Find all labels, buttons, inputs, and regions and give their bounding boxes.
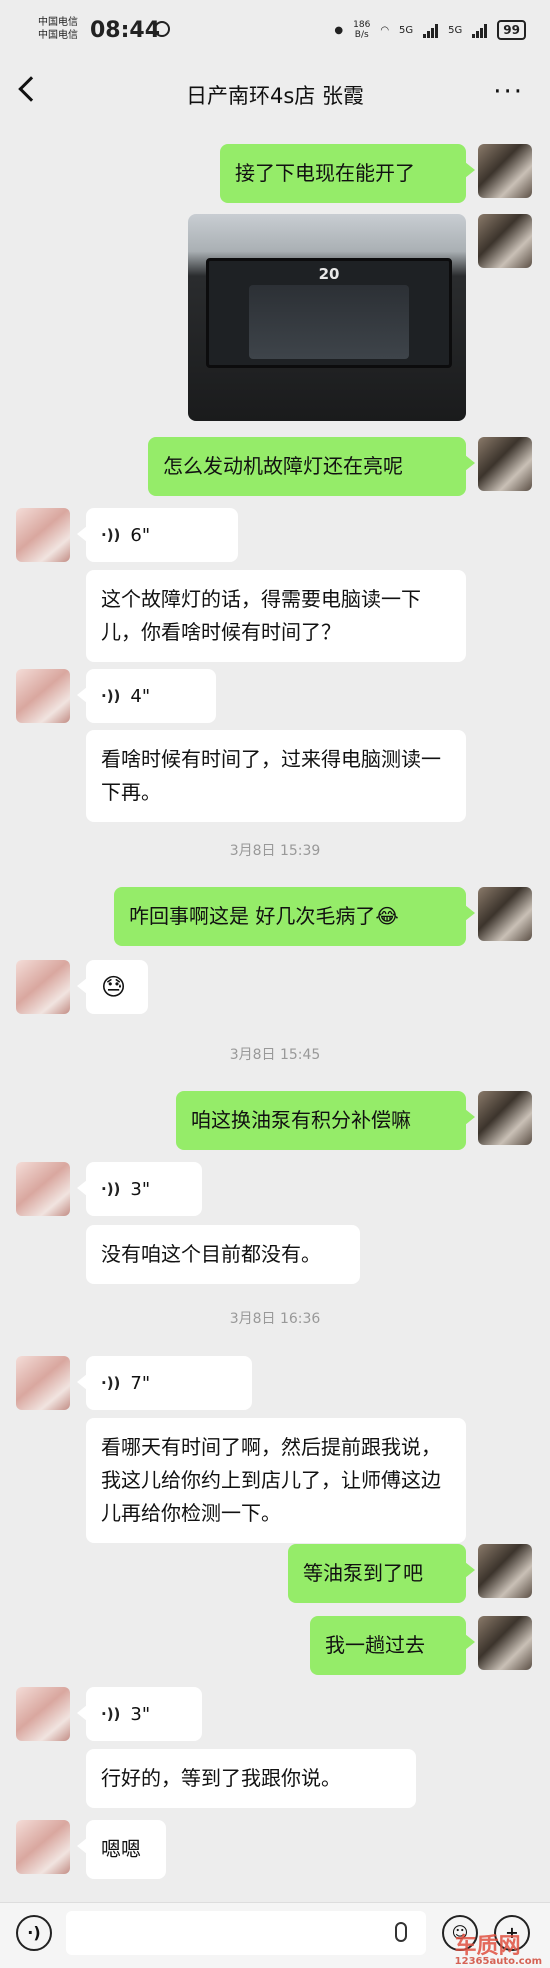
voice-icon: ·)) xyxy=(101,686,121,705)
avatar-other[interactable] xyxy=(16,508,70,562)
message-bubble-received[interactable]: 行好的，等到了我跟你说。 xyxy=(86,1749,416,1808)
timestamp: 3月8日 15:45 xyxy=(229,1047,321,1063)
message-bubble-sent[interactable]: 我一趟过去 xyxy=(310,1616,475,1675)
dashboard-road-view xyxy=(249,285,409,359)
network-label-2: 5G xyxy=(448,24,463,36)
voice-message[interactable]: ·)) 7" xyxy=(77,1356,252,1410)
status-icons: ● 186 B/s ◠ 5G 5G 99 xyxy=(334,20,526,40)
watermark-site: 12365auto.com xyxy=(454,1956,542,1967)
carrier-info: 中国电信 中国电信 xyxy=(38,16,78,42)
message-bubble-received[interactable]: 看啥时候有时间了，过来得电脑测读一下再。 xyxy=(86,730,466,822)
voice-message[interactable]: ·)) 3" xyxy=(77,1162,202,1216)
avatar-me[interactable] xyxy=(478,1616,532,1670)
net-speed: 186 B/s xyxy=(353,20,370,40)
emoji-message[interactable]: 😓 xyxy=(77,960,148,1014)
voice-duration: 7" xyxy=(130,1372,151,1394)
dashboard-screen: 20 xyxy=(206,258,452,368)
net-speed-value: 186 xyxy=(353,20,371,30)
signal-icon-1 xyxy=(423,22,439,38)
carrier-2: 中国电信 xyxy=(38,30,78,41)
message-bubble-sent[interactable]: 接了下电现在能开了 xyxy=(220,144,475,203)
voice-message[interactable]: ·)) 3" xyxy=(77,1687,202,1741)
photo-message[interactable]: 20 xyxy=(188,214,466,421)
timestamp: 3月8日 16:36 xyxy=(229,1311,321,1327)
network-label-1: 5G xyxy=(399,24,414,36)
chat-header: 日产南环4s店 张霞 ··· xyxy=(0,60,550,124)
avatar-me[interactable] xyxy=(478,1091,532,1145)
avatar-me[interactable] xyxy=(478,887,532,941)
message-bubble-received[interactable]: 没有咱这个目前都没有。 xyxy=(86,1225,360,1284)
message-input[interactable] xyxy=(66,1911,426,1955)
voice-message[interactable]: ·)) 4" xyxy=(77,669,216,723)
voice-icon: ·)) xyxy=(101,525,121,544)
mic-icon[interactable] xyxy=(395,1922,407,1942)
voice-duration: 3" xyxy=(130,1703,151,1725)
message-bubble-sent[interactable]: 等油泵到了吧 xyxy=(288,1544,475,1603)
alarm-icon xyxy=(154,21,170,37)
net-speed-unit: B/s xyxy=(354,30,369,40)
message-bubble-received[interactable]: 嗯嗯 xyxy=(77,1820,166,1879)
avatar-me[interactable] xyxy=(478,1544,532,1598)
voice-icon: ·)) xyxy=(101,1373,121,1392)
voice-duration: 3" xyxy=(130,1178,151,1200)
avatar-me[interactable] xyxy=(478,144,532,198)
avatar-other[interactable] xyxy=(16,1162,70,1216)
voice-icon: ·)) xyxy=(101,1179,121,1198)
chat-title: 日产南环4s店 张霞 xyxy=(186,84,364,108)
more-icon[interactable]: ··· xyxy=(493,79,524,105)
signal-icon-2 xyxy=(472,22,488,38)
avatar-other[interactable] xyxy=(16,1820,70,1874)
avatar-me[interactable] xyxy=(478,214,532,268)
avatar-other[interactable] xyxy=(16,669,70,723)
voice-duration: 6" xyxy=(130,524,151,546)
avatar-other[interactable] xyxy=(16,1356,70,1410)
voice-toggle-icon[interactable]: ·) xyxy=(16,1915,52,1951)
wifi-icon: ◠ xyxy=(380,24,390,36)
dashboard-speed: 20 xyxy=(318,265,340,283)
avatar-me[interactable] xyxy=(478,437,532,491)
location-icon: ● xyxy=(334,24,344,36)
message-bubble-sent[interactable]: 咱这换油泵有积分补偿嘛 xyxy=(176,1091,475,1150)
timestamp: 3月8日 15:39 xyxy=(229,843,321,859)
voice-duration: 4" xyxy=(130,685,151,707)
battery-icon: 99 xyxy=(497,20,526,40)
status-time: 08:44 xyxy=(90,18,161,43)
voice-message[interactable]: ·)) 6" xyxy=(77,508,238,562)
status-bar: 中国电信 中国电信 08:44 ● 186 B/s ◠ 5G 5G 99 xyxy=(0,0,550,60)
message-bubble-received[interactable]: 这个故障灯的话，得需要电脑读一下儿，你看啥时候有时间了？ xyxy=(86,570,466,662)
message-bubble-sent[interactable]: 怎么发动机故障灯还在亮呢 xyxy=(148,437,475,496)
avatar-other[interactable] xyxy=(16,960,70,1014)
voice-icon: ·)) xyxy=(101,1704,121,1723)
message-bubble-sent[interactable]: 咋回事啊这是 好几次毛病了😂 xyxy=(114,887,475,946)
message-bubble-received[interactable]: 看哪天有时间了啊，然后提前跟我说，我这儿给你约上到店儿了，让师傅这边儿再给你检测… xyxy=(86,1418,466,1543)
watermark-logo: 车质网 12365auto.com xyxy=(455,1928,542,1967)
carrier-1: 中国电信 xyxy=(38,17,78,28)
avatar-other[interactable] xyxy=(16,1687,70,1741)
